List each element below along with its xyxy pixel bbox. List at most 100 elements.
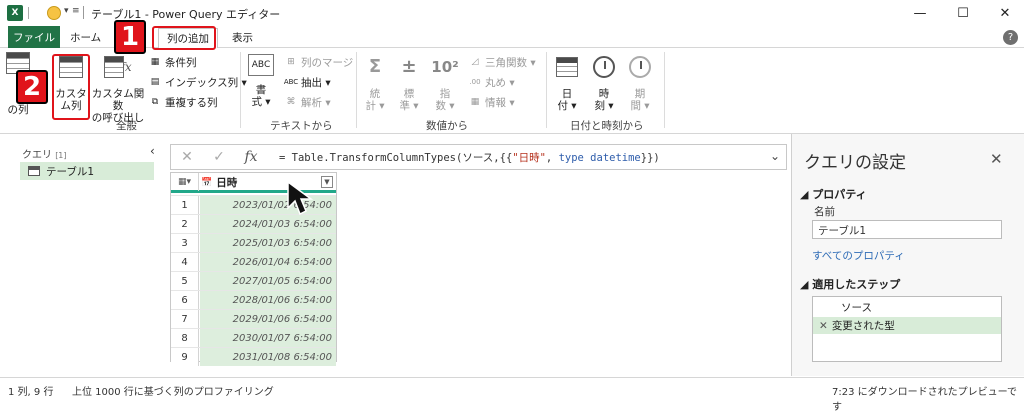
customize-toolbar-icon[interactable]: ≡ (72, 6, 80, 16)
help-icon[interactable]: ? (1003, 30, 1018, 45)
queries-pane: クエリ [1] ‹ テーブル1 (14, 142, 162, 372)
status-row-col-count: 1 列, 9 行 (8, 387, 54, 398)
query-name-input[interactable]: テーブル1 (812, 220, 1002, 239)
table-row[interactable]: 7 2029/01/06 6:54:00 (171, 309, 336, 328)
confirm-formula-button[interactable]: ✓ (203, 145, 235, 169)
information-button[interactable]: ▦ 情報 ▾ (468, 94, 515, 110)
all-properties-link[interactable]: すべてのプロパティ (812, 248, 905, 263)
index-column-button[interactable]: ▤ インデックス列 ▾ (148, 74, 247, 90)
row-number[interactable]: 9 (171, 348, 199, 366)
table-icon (28, 166, 40, 176)
queries-header: クエリ [1] (22, 150, 67, 161)
close-settings-icon[interactable]: ✕ (990, 150, 1003, 168)
tab-view[interactable]: 表示 (232, 26, 253, 48)
applied-steps-section[interactable]: ◢ 適用したステップ (800, 276, 900, 292)
clock-icon (593, 56, 615, 78)
conditional-column-button[interactable]: ▦ 条件列 (148, 54, 197, 70)
calendar-icon (556, 57, 578, 77)
step-badge-1: 1 (114, 20, 146, 54)
function-icon (104, 56, 125, 78)
close-window-button[interactable]: ✕ (994, 3, 1016, 23)
row-number[interactable]: 1 (171, 196, 199, 214)
row-number[interactable]: 6 (171, 291, 199, 309)
format-button[interactable]: ABC 書 式 ▾ (246, 54, 276, 108)
parse-button[interactable]: ⌘ 解析 ▾ (284, 94, 331, 110)
datetime-cell[interactable]: 2027/01/05 6:54:00 (200, 272, 336, 290)
fx-icon[interactable]: fx (235, 145, 267, 169)
rounding-button[interactable]: .00 丸め ▾ (468, 74, 514, 90)
status-profiling[interactable]: 上位 1000 行に基づく列のプロファイリング (72, 383, 274, 398)
title-bar: X ▾ ≡ テーブル1 - Power Query エディター — ☐ ✕ (0, 0, 1024, 26)
index-icon: ▤ (150, 77, 160, 87)
row-number[interactable]: 2 (171, 215, 199, 233)
query-item[interactable]: テーブル1 (20, 162, 154, 180)
datetime-cell[interactable]: 2030/01/07 6:54:00 (200, 329, 336, 347)
status-bar: 1 列, 9 行 上位 1000 行に基づく列のプロファイリング 7:23 にダ… (0, 377, 1024, 413)
scientific-button[interactable]: 10² 指 数 ▾ (430, 54, 460, 113)
datetime-cell[interactable]: 2028/01/06 6:54:00 (200, 291, 336, 309)
table-row[interactable]: 9 2031/01/08 6:54:00 (171, 347, 336, 366)
excel-logo-icon: X (7, 5, 23, 21)
row-number[interactable]: 5 (171, 272, 199, 290)
parse-icon: ⌘ (286, 97, 296, 107)
row-number[interactable]: 3 (171, 234, 199, 252)
cancel-formula-button[interactable]: ✕ (171, 145, 203, 169)
datetime-type-icon: 📅 (201, 177, 213, 188)
applied-steps-list: ソース ✕ 変更された型 (812, 296, 1002, 362)
column-header-datetime[interactable]: 📅 日時 (201, 175, 237, 190)
minimize-button[interactable]: — (909, 3, 931, 23)
step-source[interactable]: ソース (813, 299, 1001, 316)
formula-bar[interactable]: ✕ ✓ fx = Table.TransformColumnTypes(ソース,… (170, 144, 787, 170)
table-row[interactable]: 6 2028/01/06 6:54:00 (171, 290, 336, 309)
delete-step-icon[interactable]: ✕ (819, 320, 828, 332)
callout-add-column-tab (152, 26, 216, 50)
name-label: 名前 (814, 206, 835, 218)
table-menu-icon[interactable]: ▦▾ (171, 173, 199, 191)
tab-home[interactable]: ホーム (70, 26, 101, 48)
row-number[interactable]: 7 (171, 310, 199, 328)
group-separator (356, 52, 357, 128)
properties-section[interactable]: ◢ プロパティ (800, 186, 867, 202)
date-button[interactable]: 日 付 ▾ (554, 54, 580, 112)
abc-format-icon: ABC (248, 54, 274, 76)
step-changed-type[interactable]: ✕ 変更された型 (813, 317, 1001, 334)
quick-access-caret-icon[interactable]: ▾ (64, 6, 69, 16)
group-label-general: 全般 (116, 120, 137, 132)
step-badge-2: 2 (16, 70, 48, 104)
table-row[interactable]: 5 2027/01/05 6:54:00 (171, 271, 336, 290)
table-row[interactable]: 3 2025/01/03 6:54:00 (171, 233, 336, 252)
datetime-cell[interactable]: 2026/01/04 6:54:00 (200, 253, 336, 271)
ribbon: の列 カスタ ム列 fx カスタム関数 の呼び出し ▦ 条件列 ▤ インデックス列 … (0, 48, 1024, 134)
maximize-button[interactable]: ☐ (952, 3, 974, 23)
extract-icon: ABC (283, 78, 299, 86)
settings-title: クエリの設定 (804, 153, 906, 173)
merge-columns-button[interactable]: ⊞ 列のマージ (284, 54, 353, 70)
row-number[interactable]: 4 (171, 253, 199, 271)
statistics-button[interactable]: Σ 統 計 ▾ (362, 54, 388, 113)
group-label-datetime: 日付と時刻から (570, 120, 644, 132)
extract-button[interactable]: ABC 抽出 ▾ (284, 74, 331, 90)
stopwatch-icon (629, 56, 651, 78)
standard-button[interactable]: ± 標 準 ▾ (396, 54, 422, 113)
datetime-cell[interactable]: 2031/01/08 6:54:00 (200, 348, 336, 366)
conditional-icon: ▦ (150, 57, 160, 67)
collapse-pane-icon[interactable]: ‹ (150, 144, 155, 158)
mouse-cursor-icon (287, 180, 314, 216)
smiley-feedback-icon[interactable] (47, 6, 61, 20)
tab-file[interactable]: ファイル (8, 26, 60, 48)
formula-text[interactable]: = Table.TransformColumnTypes(ソース,{{"日時",… (279, 150, 660, 165)
datetime-cell[interactable]: 2029/01/06 6:54:00 (200, 310, 336, 328)
datetime-cell[interactable]: 2025/01/03 6:54:00 (200, 234, 336, 252)
trigonometry-button[interactable]: ◿ 三角関数 ▾ (468, 54, 536, 70)
group-separator (546, 52, 547, 128)
divider (28, 7, 29, 19)
expand-formula-icon[interactable]: ⌄ (770, 149, 780, 163)
table-row[interactable]: 4 2026/01/04 6:54:00 (171, 252, 336, 271)
duration-button[interactable]: 期 間 ▾ (626, 54, 654, 112)
table-row[interactable]: 8 2030/01/07 6:54:00 (171, 328, 336, 347)
duplicate-column-button[interactable]: ⧉ 重複する列 (148, 94, 218, 110)
title-separator (83, 6, 84, 19)
invoke-custom-function-button[interactable]: fx カスタム関数 の呼び出し (88, 54, 148, 124)
time-button[interactable]: 時 刻 ▾ (590, 54, 618, 112)
row-number[interactable]: 8 (171, 329, 199, 347)
